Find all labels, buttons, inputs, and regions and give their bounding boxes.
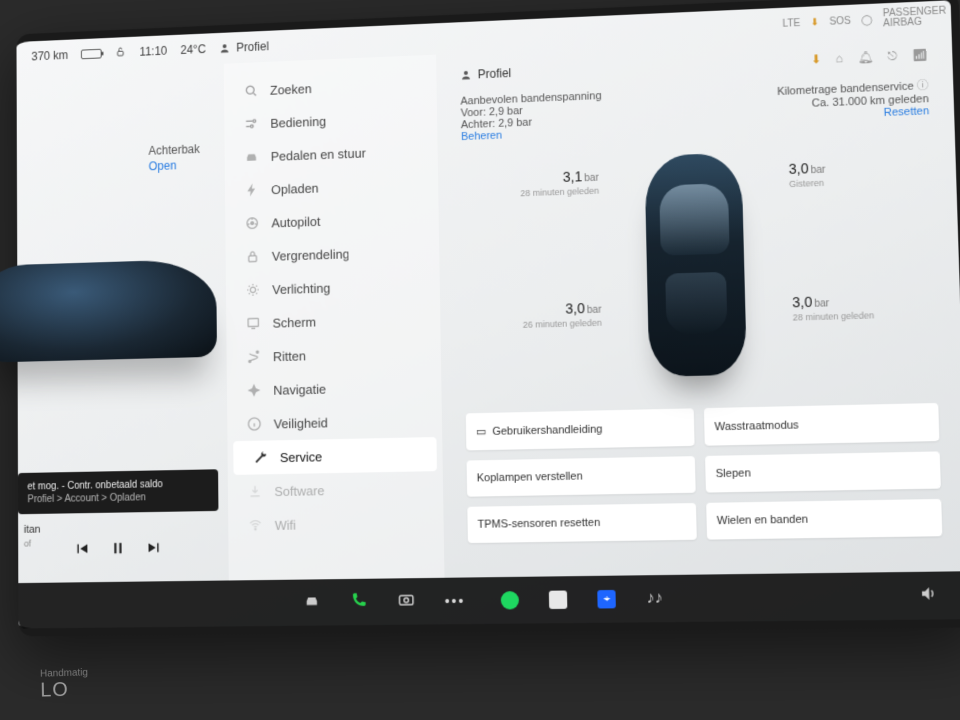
signal-icon[interactable]: 📶︎ xyxy=(911,48,927,64)
sidebar-label: Autopilot xyxy=(271,214,320,230)
sidebar-label: Wifi xyxy=(275,517,296,532)
settings-sidebar: Zoeken Bediening Pedalen en stuur Oplade… xyxy=(224,55,445,581)
sidebar-label: Veiligheid xyxy=(274,415,328,431)
car-side-image xyxy=(0,259,217,363)
manual-button[interactable]: ▭ Gebruikershandleiding xyxy=(466,408,695,450)
lock-icon[interactable] xyxy=(115,45,126,60)
dock-car-button[interactable] xyxy=(303,591,321,614)
dock-camera-button[interactable] xyxy=(397,590,415,613)
dock-menu-button[interactable]: ••• xyxy=(445,593,466,609)
media-prev-button[interactable] xyxy=(73,540,90,563)
notification-line2: Profiel > Account > Opladen xyxy=(27,490,208,506)
sidebar-label: Opladen xyxy=(271,180,319,196)
search-icon xyxy=(243,83,258,99)
car-top-image xyxy=(644,153,747,377)
headlights-button[interactable]: Koplampen verstellen xyxy=(467,456,696,497)
sidebar-item-wifi[interactable]: Wifi xyxy=(228,505,444,542)
notifications-icon[interactable]: 🔔︎ xyxy=(857,50,873,66)
climate-mode-label: Handmatig xyxy=(40,667,88,679)
button-label: Slepen xyxy=(716,467,751,480)
tire-front-right: 3,0barGisteren xyxy=(788,156,912,190)
compass-icon xyxy=(246,382,262,398)
temperature-label[interactable]: 24°C xyxy=(180,42,206,57)
tire-pressure-diagram: 3,1bar28 minuten geleden 3,0barGisteren … xyxy=(461,138,938,404)
info-icon xyxy=(247,416,263,432)
dock-music-icon[interactable]: ♪♪ xyxy=(646,589,663,608)
media-next-button[interactable] xyxy=(146,539,163,562)
tpms-reset-button[interactable]: TPMS-sensoren resetten xyxy=(467,503,697,543)
book-icon: ▭ xyxy=(476,425,487,438)
sos-label[interactable]: SOS xyxy=(829,15,851,27)
pane-profile-label: Profiel xyxy=(478,66,512,81)
dock-bluetooth-button[interactable]: ⌖ xyxy=(598,590,617,609)
sidebar-item-trips[interactable]: Ritten xyxy=(226,335,441,374)
sidebar-label: Verlichting xyxy=(272,280,330,296)
airbag-icon: ◯ xyxy=(861,14,873,26)
sidebar-label: Service xyxy=(280,449,322,465)
trunk-open-button[interactable]: Open xyxy=(149,157,216,175)
connection-label: LTE xyxy=(782,17,800,29)
pane-profile-button[interactable]: Profiel xyxy=(460,66,511,82)
button-label: Wasstraatmodus xyxy=(714,419,799,433)
tire-service: Kilometrage bandenservice ⓘ Ca. 31.000 k… xyxy=(777,77,930,131)
sidebar-label: Pedalen en stuur xyxy=(271,145,366,163)
sidebar-label: Vergrendeling xyxy=(272,246,350,263)
wheel-icon xyxy=(244,215,260,231)
battery-icon xyxy=(81,49,102,59)
sidebar-item-safety[interactable]: Veiligheid xyxy=(227,403,442,441)
sidebar-item-navigation[interactable]: Navigatie xyxy=(227,369,442,408)
download-icon xyxy=(247,483,263,499)
button-label: TPMS-sensoren resetten xyxy=(477,517,600,531)
profile-button[interactable]: Profiel xyxy=(219,39,269,55)
sidebar-label: Bediening xyxy=(270,113,326,130)
button-label: Koplampen verstellen xyxy=(477,470,583,484)
car-icon xyxy=(244,149,260,165)
airbag-label: PASSENGER AIRBAG xyxy=(883,7,935,29)
sidebar-label: Zoeken xyxy=(270,81,312,97)
service-pane: Profiel ⬇ ⌂ 🔔︎ ⎋ 📶︎ Aanbevolen bandenspa… xyxy=(436,32,960,577)
sidebar-label: Scherm xyxy=(273,314,317,330)
wrench-icon xyxy=(253,449,269,465)
sidebar-label: Navigatie xyxy=(273,381,326,397)
lock-icon xyxy=(245,248,261,264)
sidebar-item-display[interactable]: Scherm xyxy=(226,301,441,341)
light-icon xyxy=(245,282,261,298)
sidebar-label: Ritten xyxy=(273,348,306,364)
wheels-button[interactable]: Wielen en banden xyxy=(706,499,942,540)
carwash-button[interactable]: Wasstraatmodus xyxy=(704,403,940,446)
dock-spotify-button[interactable] xyxy=(501,591,519,609)
sliders-icon xyxy=(243,116,258,132)
dock-phone-button[interactable] xyxy=(350,590,368,613)
info-icon[interactable]: ⓘ xyxy=(917,80,929,93)
panel-download-icon[interactable]: ⬇ xyxy=(811,52,822,67)
vehicle-pane: Achterbak Open et mog. - Contr. onbetaal… xyxy=(17,64,229,583)
sidebar-item-service[interactable]: Service xyxy=(233,437,437,475)
range-label: 370 km xyxy=(31,48,68,63)
tire-front-left: 3,1bar28 minuten geleden xyxy=(479,168,599,201)
climate-temp-label[interactable]: LO xyxy=(40,678,88,702)
display-icon xyxy=(245,315,261,331)
time-label: 11:10 xyxy=(140,44,168,59)
sidebar-label: Software xyxy=(274,483,324,499)
download-icon[interactable]: ⬇ xyxy=(810,17,819,28)
button-label: Gebruikershandleiding xyxy=(492,423,602,437)
bluetooth-icon[interactable]: ⎋ xyxy=(887,49,897,64)
tow-button[interactable]: Slepen xyxy=(705,451,941,492)
media-pause-button[interactable] xyxy=(109,539,126,562)
dock-volume-button[interactable] xyxy=(919,584,939,608)
wifi-icon xyxy=(248,517,264,533)
profile-label: Profiel xyxy=(236,39,269,54)
recommended-pressure: Aanbevolen bandenspanning Voor: 2,9 bar … xyxy=(460,90,602,143)
notification-card[interactable]: et mog. - Contr. onbetaald saldo Profiel… xyxy=(18,469,219,514)
tire-rear-left: 3,0bar26 minuten geleden xyxy=(482,300,602,332)
media-title: itan xyxy=(24,524,41,536)
tire-rear-right: 3,0bar28 minuten geleden xyxy=(792,291,917,324)
route-icon xyxy=(246,349,262,365)
dock-app-icon[interactable] xyxy=(549,590,567,609)
sidebar-item-software[interactable]: Software xyxy=(228,471,444,509)
bolt-icon xyxy=(244,182,260,198)
button-label: Wielen en banden xyxy=(717,513,809,527)
homelink-icon[interactable]: ⌂ xyxy=(835,51,843,66)
